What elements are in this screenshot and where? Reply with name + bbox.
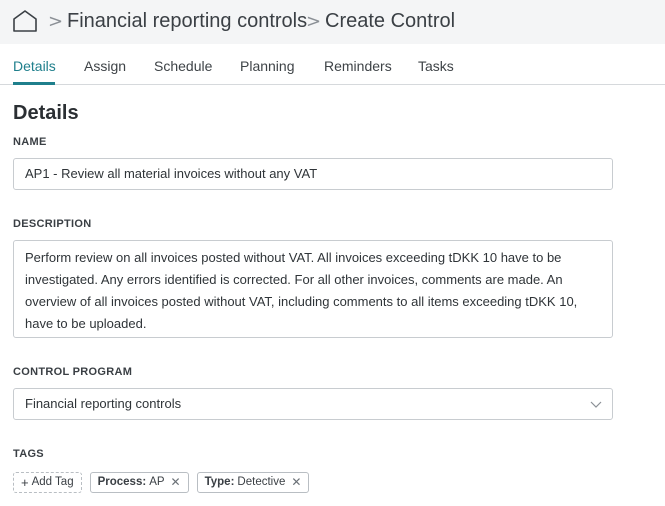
tag-process: Process: AP ✕	[89, 472, 189, 493]
plus-icon: +	[21, 475, 29, 490]
control-program-select[interactable]: Financial reporting controls	[13, 388, 613, 420]
description-line: overview of all invoices posted without …	[25, 294, 578, 309]
tab-details[interactable]: Details	[13, 58, 56, 74]
section-title: Details	[13, 102, 79, 124]
home-icon[interactable]	[12, 9, 38, 33]
tab-bar: Details Assign Schedule Planning Reminde…	[0, 44, 665, 85]
active-tab-indicator	[13, 82, 55, 85]
tab-planning[interactable]: Planning	[240, 58, 295, 74]
close-icon[interactable]: ✕	[291, 473, 301, 492]
tab-assign[interactable]: Assign	[84, 58, 126, 74]
tab-tasks[interactable]: Tasks	[418, 58, 454, 74]
name-label: NAME	[13, 136, 47, 148]
breadcrumb-separator: >	[306, 11, 322, 32]
tags-label: TAGS	[13, 448, 44, 460]
chevron-down-icon	[590, 401, 602, 408]
tag-value: AP	[149, 476, 165, 488]
tags-list: + Add Tag Process: AP ✕ Type: Detective …	[13, 472, 310, 493]
add-tag-label: Add Tag	[31, 476, 74, 488]
control-program-value: Financial reporting controls	[25, 396, 182, 411]
breadcrumb-separator: >	[48, 11, 64, 32]
description-label: DESCRIPTION	[13, 218, 92, 230]
description-textarea[interactable]: Perform review on all invoices posted wi…	[13, 240, 613, 338]
top-bar: > Financial reporting controls > Create …	[0, 0, 665, 44]
description-line: have to be uploaded.	[25, 316, 147, 331]
description-line: Perform review on all invoices posted wi…	[25, 250, 562, 265]
tag-key: Process:	[97, 476, 147, 488]
tab-reminders[interactable]: Reminders	[324, 58, 392, 74]
breadcrumb-current-page: Create Control	[325, 10, 456, 32]
close-icon[interactable]: ✕	[171, 473, 181, 492]
tag-value: Detective	[237, 476, 286, 488]
tab-schedule[interactable]: Schedule	[154, 58, 212, 74]
description-line: investigated. Any errors identified is c…	[25, 272, 563, 287]
tag-type: Type: Detective ✕	[196, 472, 310, 493]
breadcrumb-financial-reporting-controls[interactable]: Financial reporting controls	[67, 10, 307, 33]
name-input[interactable]: AP1 - Review all material invoices witho…	[13, 158, 613, 190]
control-program-label: CONTROL PROGRAM	[13, 366, 133, 378]
add-tag-button[interactable]: + Add Tag	[13, 472, 82, 493]
tag-key: Type:	[204, 476, 235, 488]
